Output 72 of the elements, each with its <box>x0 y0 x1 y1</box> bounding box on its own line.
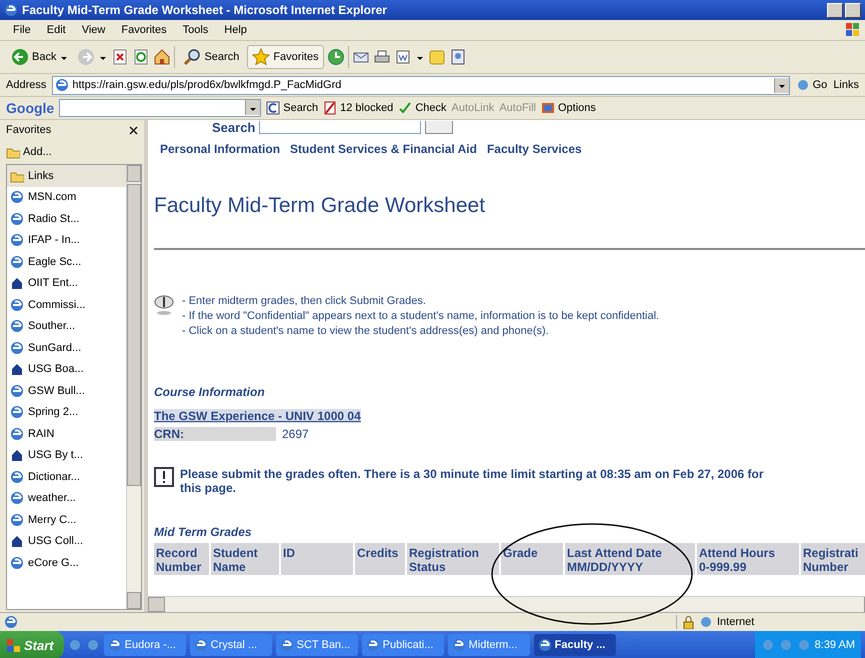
favorite-item[interactable]: MSN.com <box>7 186 126 208</box>
menu-item[interactable]: Help <box>217 22 254 38</box>
toolbar-button[interactable]: Favorites <box>247 45 324 69</box>
section-heading: Mid Term Grades <box>154 525 253 539</box>
column-header: Student Name <box>211 543 279 575</box>
section-heading: Course Information <box>154 385 266 399</box>
add-favorite-button[interactable]: Add... <box>6 145 52 159</box>
favorite-item[interactable]: Links <box>7 165 126 186</box>
column-header: Attend Hours 0-999.99 <box>697 543 799 575</box>
clock: 8:39 AM <box>814 639 855 651</box>
crn-value: 2697 <box>281 427 309 441</box>
favorites-title: Favorites <box>6 124 52 136</box>
favorite-item[interactable]: USG By t... <box>7 444 126 466</box>
favorite-item[interactable]: OIIT Ent... <box>7 272 126 294</box>
favorite-item[interactable]: SunGard... <box>7 337 126 358</box>
google-toolbar-button[interactable]: 12 blocked <box>323 101 394 115</box>
instruction-text: - If the word "Confidential" appears next to a student's name, information is to be kept confidential. <box>182 309 660 324</box>
notice-text: Please submit the grades often. There is a 30 minute time limit starting at 08:35 am on Feb 27, 2006 for this page. <box>180 467 765 495</box>
taskbar-button[interactable]: Eudora -... <box>104 634 186 656</box>
favorite-item[interactable]: GSW Bull... <box>7 380 126 402</box>
menu-item[interactable]: Favorites <box>114 22 174 38</box>
google-toolbar-button[interactable]: Options <box>541 101 596 115</box>
nav-link[interactable]: Faculty Services <box>486 142 582 156</box>
window-title: Faculty Mid-Term Grade Worksheet - Microsoft Internet Explorer <box>22 3 388 17</box>
page-heading: Faculty Mid-Term Grade Worksheet <box>154 194 486 218</box>
start-button[interactable]: Start <box>0 631 64 658</box>
favorite-item[interactable]: weather... <box>7 488 126 509</box>
search-label: Search <box>212 121 256 134</box>
toolbar-button[interactable]: Search <box>178 45 244 69</box>
zone-label: Internet <box>717 616 754 628</box>
column-header: Registration Status <box>407 543 499 575</box>
google-toolbar-button[interactable]: Search <box>266 101 318 115</box>
column-header: Grade <box>501 543 563 575</box>
links-button[interactable]: Links <box>833 79 859 91</box>
favorite-item[interactable]: eCore G... <box>7 552 126 574</box>
google-toolbar-button[interactable]: Check <box>398 101 446 115</box>
taskbar-button[interactable]: Publicati... <box>362 634 444 656</box>
favorite-item[interactable]: Souther... <box>7 316 126 337</box>
menu-item[interactable]: View <box>74 22 112 38</box>
favorite-item[interactable]: IFAP - In... <box>7 230 126 251</box>
nav-link[interactable]: Personal Information <box>160 142 280 156</box>
column-header: Credits <box>355 543 405 575</box>
crn-label: CRN: <box>154 427 276 441</box>
column-header: Last Attend Date MM/DD/YYYY <box>565 543 695 575</box>
address-field[interactable]: https://rain.gsw.edu/pls/prod6x/bwlkfmgd.P_FacMidGrd <box>52 76 790 94</box>
favorite-item[interactable]: USG Coll... <box>7 530 126 552</box>
column-header: ID <box>281 543 353 575</box>
taskbar-button[interactable]: Crystal ... <box>190 634 272 656</box>
address-label: Address <box>6 79 46 91</box>
favorite-item[interactable]: Commissi... <box>7 294 126 316</box>
favorite-item[interactable]: Radio St... <box>7 208 126 230</box>
column-header: Record Number <box>154 543 209 575</box>
instruction-text: - Click on a student's name to view the student's address(es) and phone(s). <box>182 324 550 339</box>
toolbar-button[interactable]: Back <box>6 45 74 69</box>
course-link[interactable]: The GSW Experience - UNIV 1000 04 <box>154 409 361 423</box>
taskbar-button[interactable]: Midterm... <box>448 634 530 656</box>
taskbar-button[interactable]: SCT Ban... <box>276 634 358 656</box>
favorite-item[interactable]: RAIN <box>7 423 126 444</box>
favorite-item[interactable]: Merry C... <box>7 509 126 530</box>
taskbar-button[interactable]: Faculty ... <box>534 634 616 656</box>
favorite-item[interactable]: Dictionar... <box>7 466 126 488</box>
nav-link[interactable]: Student Services & Financial Aid <box>290 142 477 156</box>
favorite-item[interactable]: Eagle Sc... <box>7 251 126 272</box>
menu-item[interactable]: Edit <box>40 22 73 38</box>
favorite-item[interactable]: USG Boa... <box>7 358 126 380</box>
column-header: Registrati Number <box>801 543 865 575</box>
menu-item[interactable]: File <box>6 22 38 38</box>
google-logo[interactable]: Google <box>6 100 54 116</box>
instruction-text: - Enter midterm grades, then click Submit Grades. <box>182 294 427 309</box>
favorite-item[interactable]: Spring 2... <box>7 402 126 423</box>
go-button[interactable]: Go <box>796 78 828 92</box>
menu-item[interactable]: Tools <box>176 22 216 38</box>
